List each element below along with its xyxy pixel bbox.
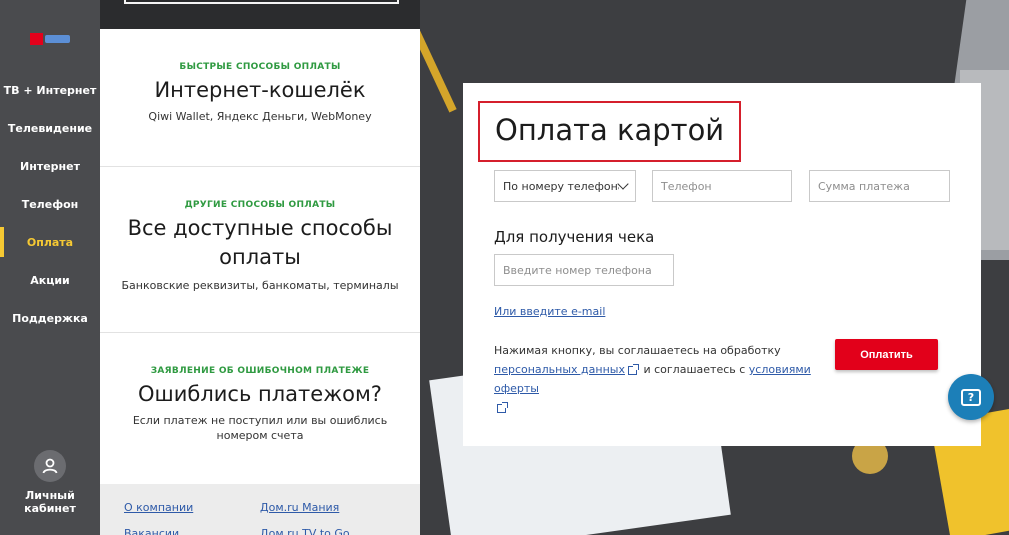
email-link[interactable]: Или введите e-mail <box>494 305 605 318</box>
footer: О компании Дом.ru Мания Вакансии Дом.ru … <box>100 484 420 535</box>
personal-data-link[interactable]: персональных данных <box>494 363 625 376</box>
external-link-icon[interactable] <box>627 363 639 375</box>
search-type-value: По номеру телефона <box>503 179 619 193</box>
footer-link-mania[interactable]: Дом.ru Мания <box>260 501 339 514</box>
logo-wordmark <box>45 35 70 43</box>
sidebar-item-tv[interactable]: Телевидение <box>0 109 100 147</box>
receipt-phone-placeholder: Введите номер телефона <box>503 263 652 277</box>
section-description-line1: Если платеж не поступил или вы ошиблись <box>132 414 388 427</box>
consent-text: Нажимая кнопку, вы соглашаетесь на обраб… <box>494 341 839 417</box>
pay-button[interactable]: Оплатить <box>835 339 938 370</box>
account-label-line1: Личный <box>25 489 75 502</box>
help-chat-button[interactable]: ? <box>948 374 994 420</box>
sidebar-item-promotions[interactable]: Акции <box>0 261 100 299</box>
sidebar-item-support[interactable]: Поддержка <box>0 299 100 337</box>
account-label: Личный кабинет <box>0 489 100 515</box>
logo[interactable] <box>30 33 70 45</box>
sidebar-item-tv-internet[interactable]: ТВ + Интернет <box>0 71 100 109</box>
panel-top-frame <box>124 0 399 4</box>
account-label-line2: кабинет <box>24 502 76 515</box>
footer-link-about[interactable]: О компании <box>124 501 193 514</box>
section-description: Банковские реквизиты, банкоматы, термина… <box>121 279 399 292</box>
section-description: Qiwi Wallet, Яндекс Деньги, WebMoney <box>148 110 372 123</box>
chat-help-icon: ? <box>961 388 981 406</box>
user-icon <box>34 450 66 482</box>
amount-input[interactable]: Сумма платежа <box>809 170 950 202</box>
background-pen <box>420 27 457 113</box>
receipt-label: Для получения чека <box>494 228 655 246</box>
sidebar-item-payment[interactable]: Оплата <box>0 223 100 261</box>
form-title: Оплата картой <box>495 113 725 147</box>
sidebar-item-phone[interactable]: Телефон <box>0 185 100 223</box>
consent-middle: и соглашаетесь с <box>643 363 746 376</box>
panel-top-image <box>100 0 420 29</box>
card-payment-form: Оплата картой По номеру телефона Телефон… <box>463 83 981 446</box>
help-glyph: ? <box>967 390 975 404</box>
search-type-select[interactable]: По номеру телефона <box>494 170 636 202</box>
form-title-highlight: Оплата картой <box>478 101 741 162</box>
section-title-line1: Все доступные способы <box>127 216 393 240</box>
chevron-down-icon <box>617 178 629 190</box>
section-title-line2: оплаты <box>219 245 301 269</box>
consent-prefix: Нажимая кнопку, вы соглашаетесь на обраб… <box>494 344 781 357</box>
section-title: Интернет-кошелёк <box>154 78 366 102</box>
section-wrong-payment[interactable]: ЗАЯВЛЕНИЕ ОБ ОШИБОЧНОМ ПЛАТЕЖЕ Ошиблись … <box>100 333 420 484</box>
receipt-phone-input[interactable]: Введите номер телефона <box>494 254 674 286</box>
amount-placeholder: Сумма платежа <box>818 179 910 193</box>
external-link-icon[interactable] <box>497 401 508 413</box>
section-description-line2: номером счета <box>216 429 304 442</box>
section-kicker: ЗАЯВЛЕНИЕ ОБ ОШИБОЧНОМ ПЛАТЕЖЕ <box>150 366 370 376</box>
account-link[interactable]: Личный кабинет <box>0 450 100 515</box>
section-e-wallet[interactable]: БЫСТРЫЕ СПОСОБЫ ОПЛАТЫ Интернет-кошелёк … <box>100 29 420 167</box>
phone-input[interactable]: Телефон <box>652 170 792 202</box>
logo-mark <box>30 33 43 45</box>
section-kicker: ДРУГИЕ СПОСОБЫ ОПЛАТЫ <box>184 200 336 210</box>
payment-methods-panel: БЫСТРЫЕ СПОСОБЫ ОПЛАТЫ Интернет-кошелёк … <box>100 0 420 535</box>
phone-placeholder: Телефон <box>661 179 712 193</box>
sidebar: ТВ + Интернет Телевидение Интернет Телеф… <box>0 0 100 535</box>
footer-link-tv-to-go[interactable]: Дом.ru TV to Go <box>260 527 350 535</box>
sidebar-nav: ТВ + Интернет Телевидение Интернет Телеф… <box>0 71 100 337</box>
section-all-methods[interactable]: ДРУГИЕ СПОСОБЫ ОПЛАТЫ Все доступные спос… <box>100 167 420 333</box>
sidebar-item-internet[interactable]: Интернет <box>0 147 100 185</box>
section-kicker: БЫСТРЫЕ СПОСОБЫ ОПЛАТЫ <box>179 62 341 72</box>
section-title: Ошиблись платежом? <box>138 382 382 406</box>
footer-link-vacancies[interactable]: Вакансии <box>124 527 179 535</box>
